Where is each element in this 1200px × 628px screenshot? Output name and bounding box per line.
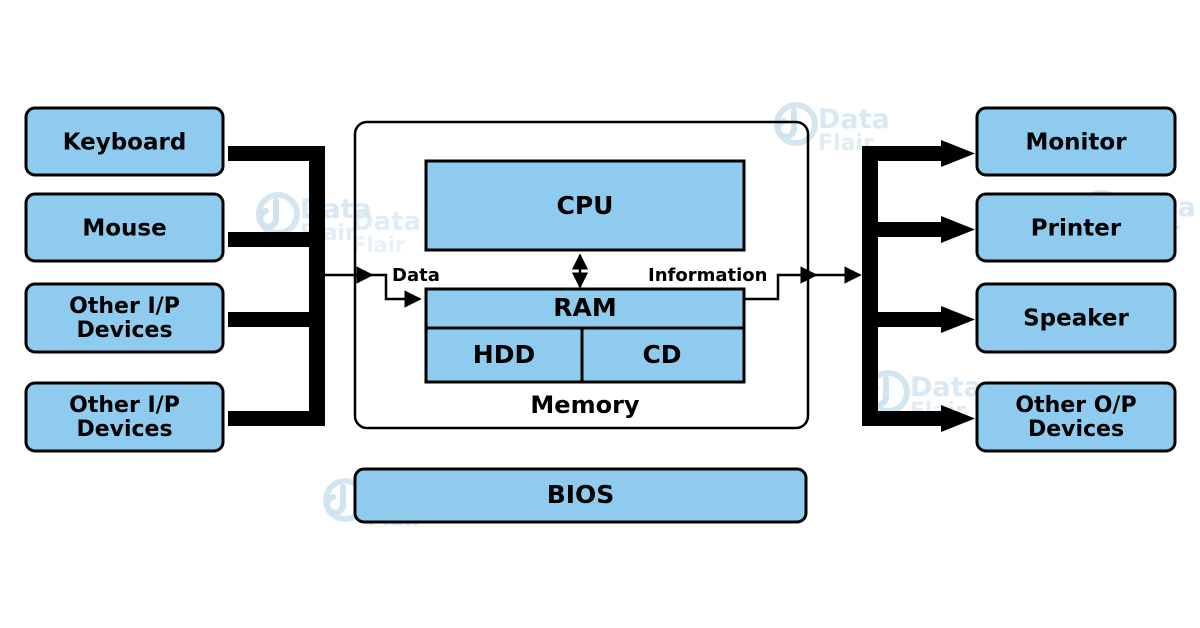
ram-block[interactable]: RAM xyxy=(424,287,746,330)
input-device-label: Mouse xyxy=(82,216,166,242)
output-device-label-line1: Other O/P xyxy=(1015,393,1136,418)
bios-label: BIOS xyxy=(547,480,615,509)
output-device-label: Printer xyxy=(1031,216,1122,242)
input-device-mouse[interactable]: Mouse xyxy=(24,192,225,263)
hdd-block[interactable]: HDD xyxy=(424,326,584,384)
output-device-monitor[interactable]: Monitor xyxy=(975,106,1177,177)
data-flow-label: Data xyxy=(392,265,440,286)
information-flow-label: Information xyxy=(648,265,767,286)
output-device-other[interactable]: Other O/P Devices xyxy=(975,381,1177,453)
input-device-keyboard[interactable]: Keyboard xyxy=(24,106,225,177)
ram-label: RAM xyxy=(553,293,616,322)
input-device-label-line2: Devices xyxy=(76,318,172,343)
output-device-printer[interactable]: Printer xyxy=(975,192,1177,263)
input-device-label-line1: Other I/P xyxy=(69,393,180,418)
output-device-label: Speaker xyxy=(1023,306,1129,332)
output-device-label-line2: Devices xyxy=(1028,417,1124,442)
cd-block[interactable]: CD xyxy=(580,326,746,384)
hdd-label: HDD xyxy=(473,340,535,369)
input-device-label-line2: Devices xyxy=(76,417,172,442)
cpu-block[interactable]: CPU xyxy=(424,159,746,252)
memory-group-label: Memory xyxy=(530,391,639,419)
input-device-label: Keyboard xyxy=(63,130,187,156)
input-device-other-1[interactable]: Other I/P Devices xyxy=(24,282,225,354)
output-device-label: Monitor xyxy=(1025,130,1127,156)
input-device-label-line1: Other I/P xyxy=(69,294,180,319)
shape-layer: Keyboard Mouse Other I/P Devices Other I… xyxy=(24,106,1177,524)
input-device-other-2[interactable]: Other I/P Devices xyxy=(24,381,225,453)
cd-label: CD xyxy=(642,340,681,369)
diagram-canvas: Data Flair Data Flair Data Flair Data Fl… xyxy=(0,0,1200,628)
output-device-speaker[interactable]: Speaker xyxy=(975,282,1177,354)
bios-block[interactable]: BIOS xyxy=(353,467,808,524)
memory-group: RAM HDD CD Memory xyxy=(424,287,746,419)
cpu-label: CPU xyxy=(557,191,614,220)
